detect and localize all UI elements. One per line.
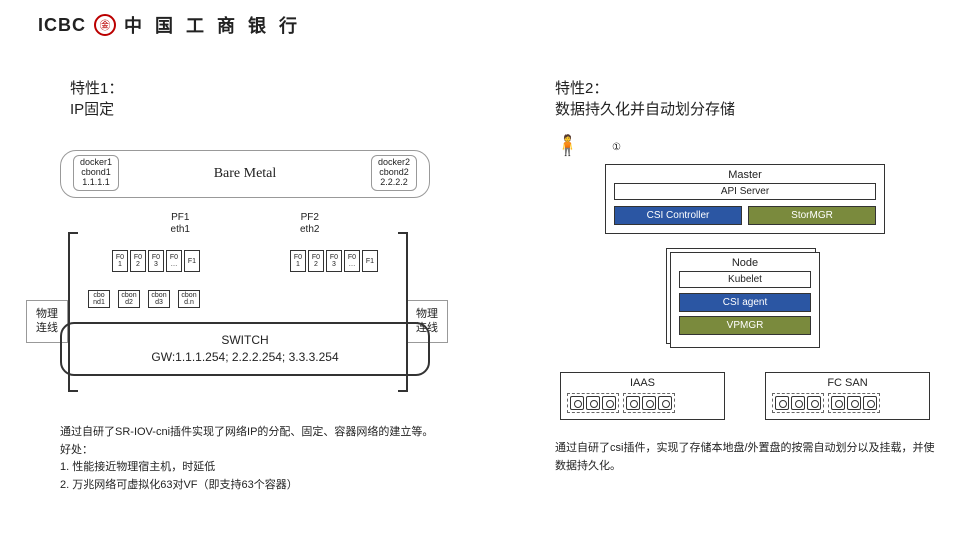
logo-icon: ㊎ [94,14,116,36]
desc1-line: 好处： [60,442,460,460]
vf: F02 [308,250,324,272]
docker1-box: docker1 cbond1 1.1.1.1 [73,155,119,191]
disk-set [828,393,880,413]
switch-box: SWITCH GW:1.1.1.254; 2.2.2.254; 3.3.3.25… [60,322,430,376]
cbond-row: cbo nd1 cbon d2 cbon d3 cbon d.n [88,290,430,308]
switch-gw: GW:1.1.1.254; 2.2.2.254; 3.3.3.254 [70,349,420,366]
disk-icon [658,396,672,410]
vf-group-1: F01 F02 F03 F0… F1 [112,250,200,272]
pf1: PF1 eth1 [171,212,190,236]
csi-agent-chip: CSI agent [679,293,811,312]
bare-metal-box: docker1 cbond1 1.1.1.1 Bare Metal docker… [60,150,430,198]
disk-set [772,393,824,413]
disk-icon [602,396,616,410]
desc1-line: 通过自研了SR-IOV-cni插件实现了网络IP的分配、固定、容器网络的建立等。 [60,424,460,442]
disk-icon [775,396,789,410]
kubelet-box: Kubelet [679,271,811,288]
disk-icon [847,396,861,410]
csi-controller-chip: CSI Controller [614,206,742,225]
vf: F01 [112,250,128,272]
vf-row: F01 F02 F03 F0… F1 F01 F02 F03 F0… F1 [60,250,430,272]
pf1-label: PF1 [171,212,190,224]
vf-group-2: F01 F02 F03 F0… F1 [290,250,378,272]
api-server: API Server [614,183,876,200]
vf: F02 [130,250,146,272]
feature-1-label: 特性1： [70,78,123,99]
disk-set [567,393,619,413]
vf: F01 [290,250,306,272]
feature-2-label: 特性2： [555,78,735,99]
node-box: Node Kubelet CSI agent VPMGR [670,252,820,348]
disk-icon [586,396,600,410]
feature-2-title: 特性2： 数据持久化并自动划分存储 [555,78,735,120]
disk-set [623,393,675,413]
cbond: cbon d3 [148,290,170,308]
master-title: Master [614,169,876,181]
disk-icon [642,396,656,410]
bare-metal-title: Bare Metal [214,166,277,182]
vf: F03 [148,250,164,272]
vf: F0… [166,250,182,272]
vpmgr-chip: VPMGR [679,316,811,335]
vf: F0… [344,250,360,272]
vf: F1 [184,250,200,272]
feature-1-desc: IP固定 [70,99,123,120]
feature-1-description: 通过自研了SR-IOV-cni插件实现了网络IP的分配、固定、容器网络的建立等。… [60,424,460,494]
cbond: cbo nd1 [88,290,110,308]
iaas-title: IAAS [567,377,718,389]
iaas-box: IAAS [560,372,725,420]
feature-1-title: 特性1： IP固定 [70,78,123,120]
desc2-line: 通过自研了csi插件，实现了存储本地盘/外置盘的按需自动划分以及挂载，并使数据持… [555,440,935,475]
pf1-eth: eth1 [171,224,190,236]
right-diagram: Master API Server CSI Controller StorMGR… [555,130,935,420]
fcsan-box: FC SAN [765,372,930,420]
disk-icon [807,396,821,410]
docker2-ip: 2.2.2.2 [378,178,410,188]
cbond: cbon d2 [118,290,140,308]
disk-icon [863,396,877,410]
storage-row: IAAS FC SAN [555,372,935,420]
pf-row: PF1 eth1 PF2 eth2 [60,212,430,236]
pf2-eth: eth2 [300,224,319,236]
cbond: cbon d.n [178,290,200,308]
fcsan-title: FC SAN [772,377,923,389]
disk-icon [791,396,805,410]
node-title: Node [679,257,811,269]
vf: F1 [362,250,378,272]
switch-title: SWITCH [70,332,420,349]
bank-name: 中 国 工 商 银 行 [124,12,301,38]
brand-text: ICBC [38,15,86,36]
header: ICBC ㊎ 中 国 工 商 银 行 [38,12,301,38]
desc1-line: 1. 性能接近物理宿主机，时延低 [60,459,460,477]
stormgr-chip: StorMGR [748,206,876,225]
disk-icon [626,396,640,410]
node-stack: Node Kubelet CSI agent VPMGR [670,252,820,348]
master-box: Master API Server CSI Controller StorMGR [605,164,885,234]
docker1-ip: 1.1.1.1 [80,178,112,188]
feature-2-desc: 数据持久化并自动划分存储 [555,99,735,120]
pf2-label: PF2 [300,212,319,224]
disk-icon [570,396,584,410]
vf: F03 [326,250,342,272]
pf2: PF2 eth2 [300,212,319,236]
docker2-box: docker2 cbond2 2.2.2.2 [371,155,417,191]
left-diagram: docker1 cbond1 1.1.1.1 Bare Metal docker… [60,150,430,376]
disk-icon [831,396,845,410]
feature-2-description: 通过自研了csi插件，实现了存储本地盘/外置盘的按需自动划分以及挂载，并使数据持… [555,440,935,475]
desc1-line: 2. 万兆网络可虚拟化63对VF（即支持63个容器） [60,477,460,495]
